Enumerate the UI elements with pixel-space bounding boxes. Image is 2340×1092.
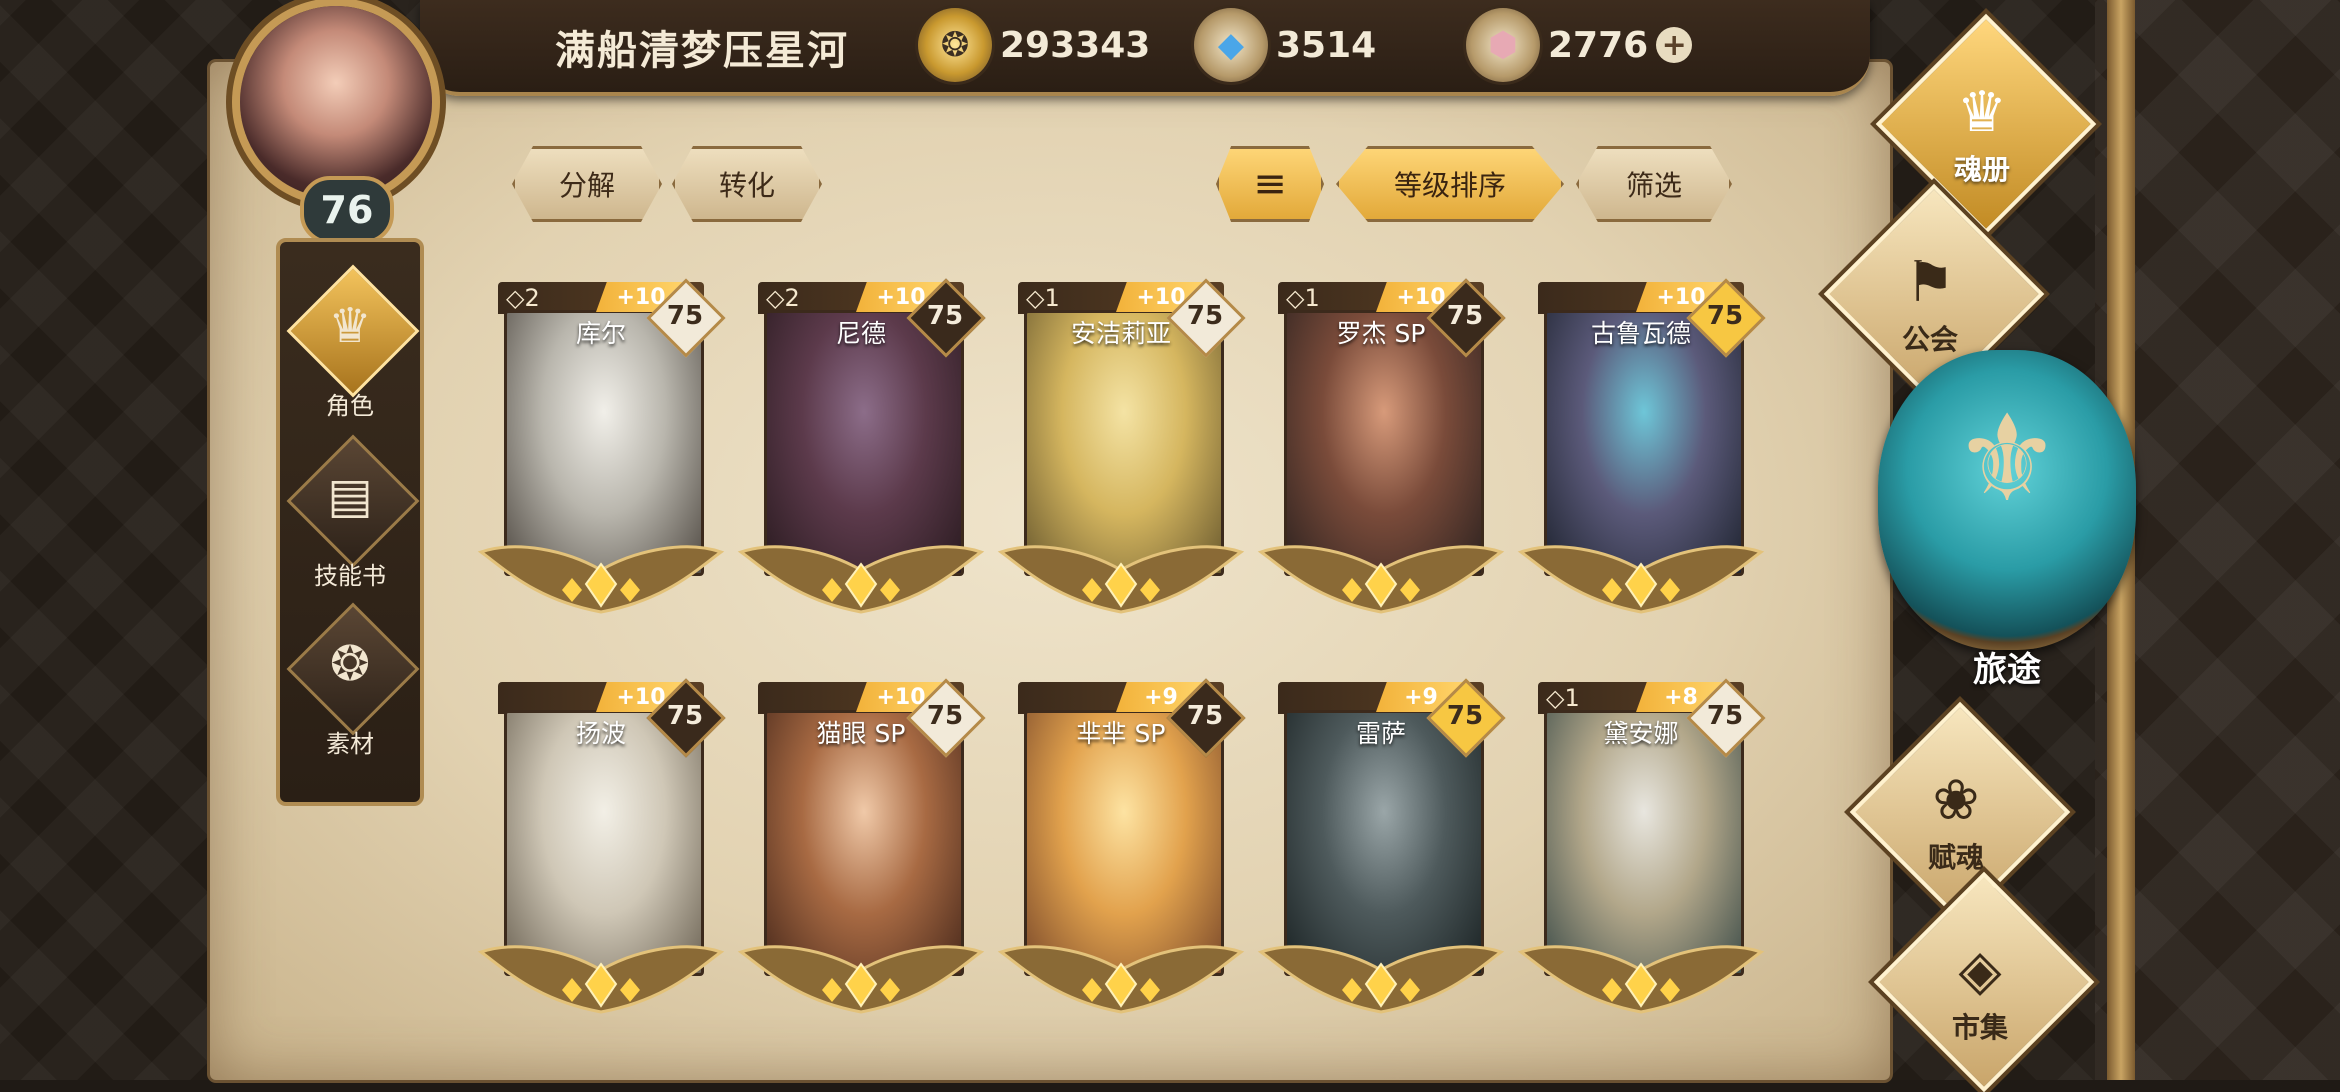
menu-guild[interactable]: ⚑ 公会 (1823, 183, 2045, 405)
journey-emblem-icon: ⚜ (1953, 390, 2061, 529)
hero-name: 芈芈 SP (1076, 719, 1166, 748)
rank-wings-icon (1257, 545, 1505, 614)
gold-amount: 293343 (1000, 24, 1151, 66)
nav-item-materials[interactable]: ❂ 素材 (280, 602, 420, 774)
rank-wings-icon (737, 945, 985, 1014)
menu-soul-book[interactable]: ♛ 魂册 (1875, 13, 2097, 235)
hero-card[interactable]: ◇2 +10 75 库尔 (477, 278, 726, 614)
material-creature-icon: ❂ (329, 636, 371, 692)
menu-market[interactable]: ◈ 市集 (1873, 871, 2095, 1092)
menu-label-soul-infuse: 赋魂 (1927, 841, 1984, 874)
gem-amount: 2776 (1548, 24, 1649, 66)
hero-star-count: ◇1 (1286, 284, 1320, 312)
hero-name: 罗杰 SP (1336, 319, 1426, 348)
currency-gold[interactable]: ❂ 293343 (918, 8, 1151, 82)
player-avatar-frame[interactable]: 76 (212, 0, 484, 244)
currency-gem[interactable]: ⬢ 2776 + (1466, 8, 1693, 82)
hero-name: 尼德 (835, 319, 886, 348)
hero-name: 扬波 (575, 719, 626, 748)
hero-card[interactable]: +10 75 扬波 (477, 678, 726, 1014)
crystal-amount: 3514 (1276, 24, 1377, 66)
soul-swirl-icon: ❀ (1932, 768, 1980, 833)
hero-name: 库尔 (575, 319, 626, 348)
currency-crystal[interactable]: ◆ 3514 (1194, 8, 1377, 82)
nav-item-characters[interactable]: ♛ 角色 (280, 264, 420, 436)
rank-wings-icon (1517, 945, 1765, 1014)
hero-card[interactable]: ◇1 +10 75 罗杰 SP (1257, 278, 1506, 614)
left-nav: ♛ 角色 ▤ 技能书 ❂ 素材 (276, 238, 424, 806)
character-helmet-icon: ♛ (328, 298, 372, 354)
hero-card[interactable]: +9 75 芈芈 SP (997, 678, 1246, 1014)
hero-card[interactable]: +10 75 猫眼 SP (737, 678, 986, 1014)
rank-wings-icon (997, 945, 1245, 1014)
gold-coin-icon: ❂ (918, 8, 992, 82)
rank-wings-icon (737, 545, 985, 614)
pink-gem-icon: ⬢ (1466, 8, 1540, 82)
decompose-button[interactable]: 分解 (512, 146, 662, 222)
hero-name: 猫眼 SP (816, 719, 906, 748)
convert-button[interactable]: 转化 (672, 146, 822, 222)
rank-wings-icon (477, 945, 725, 1014)
nav-label-skill-books: 技能书 (314, 562, 386, 590)
nav-label-materials: 素材 (326, 730, 374, 758)
player-name: 满船清梦压星河 (555, 28, 849, 74)
sort-by-level-button[interactable]: 等级排序 (1336, 146, 1564, 222)
hero-card[interactable]: +9 75 雷萨 (1257, 678, 1506, 1014)
journey-label: 旅途 (1973, 650, 2041, 690)
blue-crystal-icon: ◆ (1194, 8, 1268, 82)
hero-name: 安洁莉亚 (1070, 319, 1171, 348)
hero-card[interactable]: ◇2 +10 75 尼德 (737, 278, 986, 614)
soul-book-icon: ♛ (1956, 80, 2008, 145)
hero-name: 雷萨 (1355, 719, 1406, 748)
add-gem-button[interactable]: + (1656, 27, 1693, 63)
hero-star-count: ◇1 (1026, 284, 1060, 312)
rank-wings-icon (997, 545, 1245, 614)
hero-name: 古鲁瓦德 (1590, 319, 1691, 348)
hero-name: 黛安娜 (1603, 719, 1679, 748)
avatar (240, 6, 432, 198)
player-level-badge: 76 (300, 176, 394, 244)
menu-label-market: 市集 (1951, 1011, 2008, 1044)
nav-label-characters: 角色 (326, 392, 374, 420)
rank-wings-icon (1517, 545, 1765, 614)
skill-book-icon: ▤ (327, 468, 373, 524)
filter-button[interactable]: 筛选 (1576, 146, 1732, 222)
menu-label-soul-book: 魂册 (1953, 153, 2010, 186)
nav-item-skill-books[interactable]: ▤ 技能书 (280, 434, 420, 606)
market-gem-icon: ◈ (1958, 938, 2002, 1003)
hero-card[interactable]: ◇1 +10 75 安洁莉亚 (997, 278, 1246, 614)
hero-card[interactable]: ◇1 +8 75 黛安娜 (1517, 678, 1766, 1014)
sort-lines-icon[interactable]: ≡ (1216, 146, 1324, 222)
rank-wings-icon (1257, 945, 1505, 1014)
hero-card[interactable]: +10 75 古鲁瓦德 (1517, 278, 1766, 614)
hero-star-count: ◇1 (1546, 684, 1580, 712)
menu-soul-infuse[interactable]: ❀ 赋魂 (1849, 701, 2071, 923)
hero-star-count: ◇2 (506, 284, 540, 312)
rank-wings-icon (477, 545, 725, 614)
journey-button[interactable]: ⚜ 旅途 (1872, 350, 2142, 700)
guild-banner-icon: ⚑ (1904, 250, 1956, 315)
hero-star-count: ◇2 (766, 284, 800, 312)
